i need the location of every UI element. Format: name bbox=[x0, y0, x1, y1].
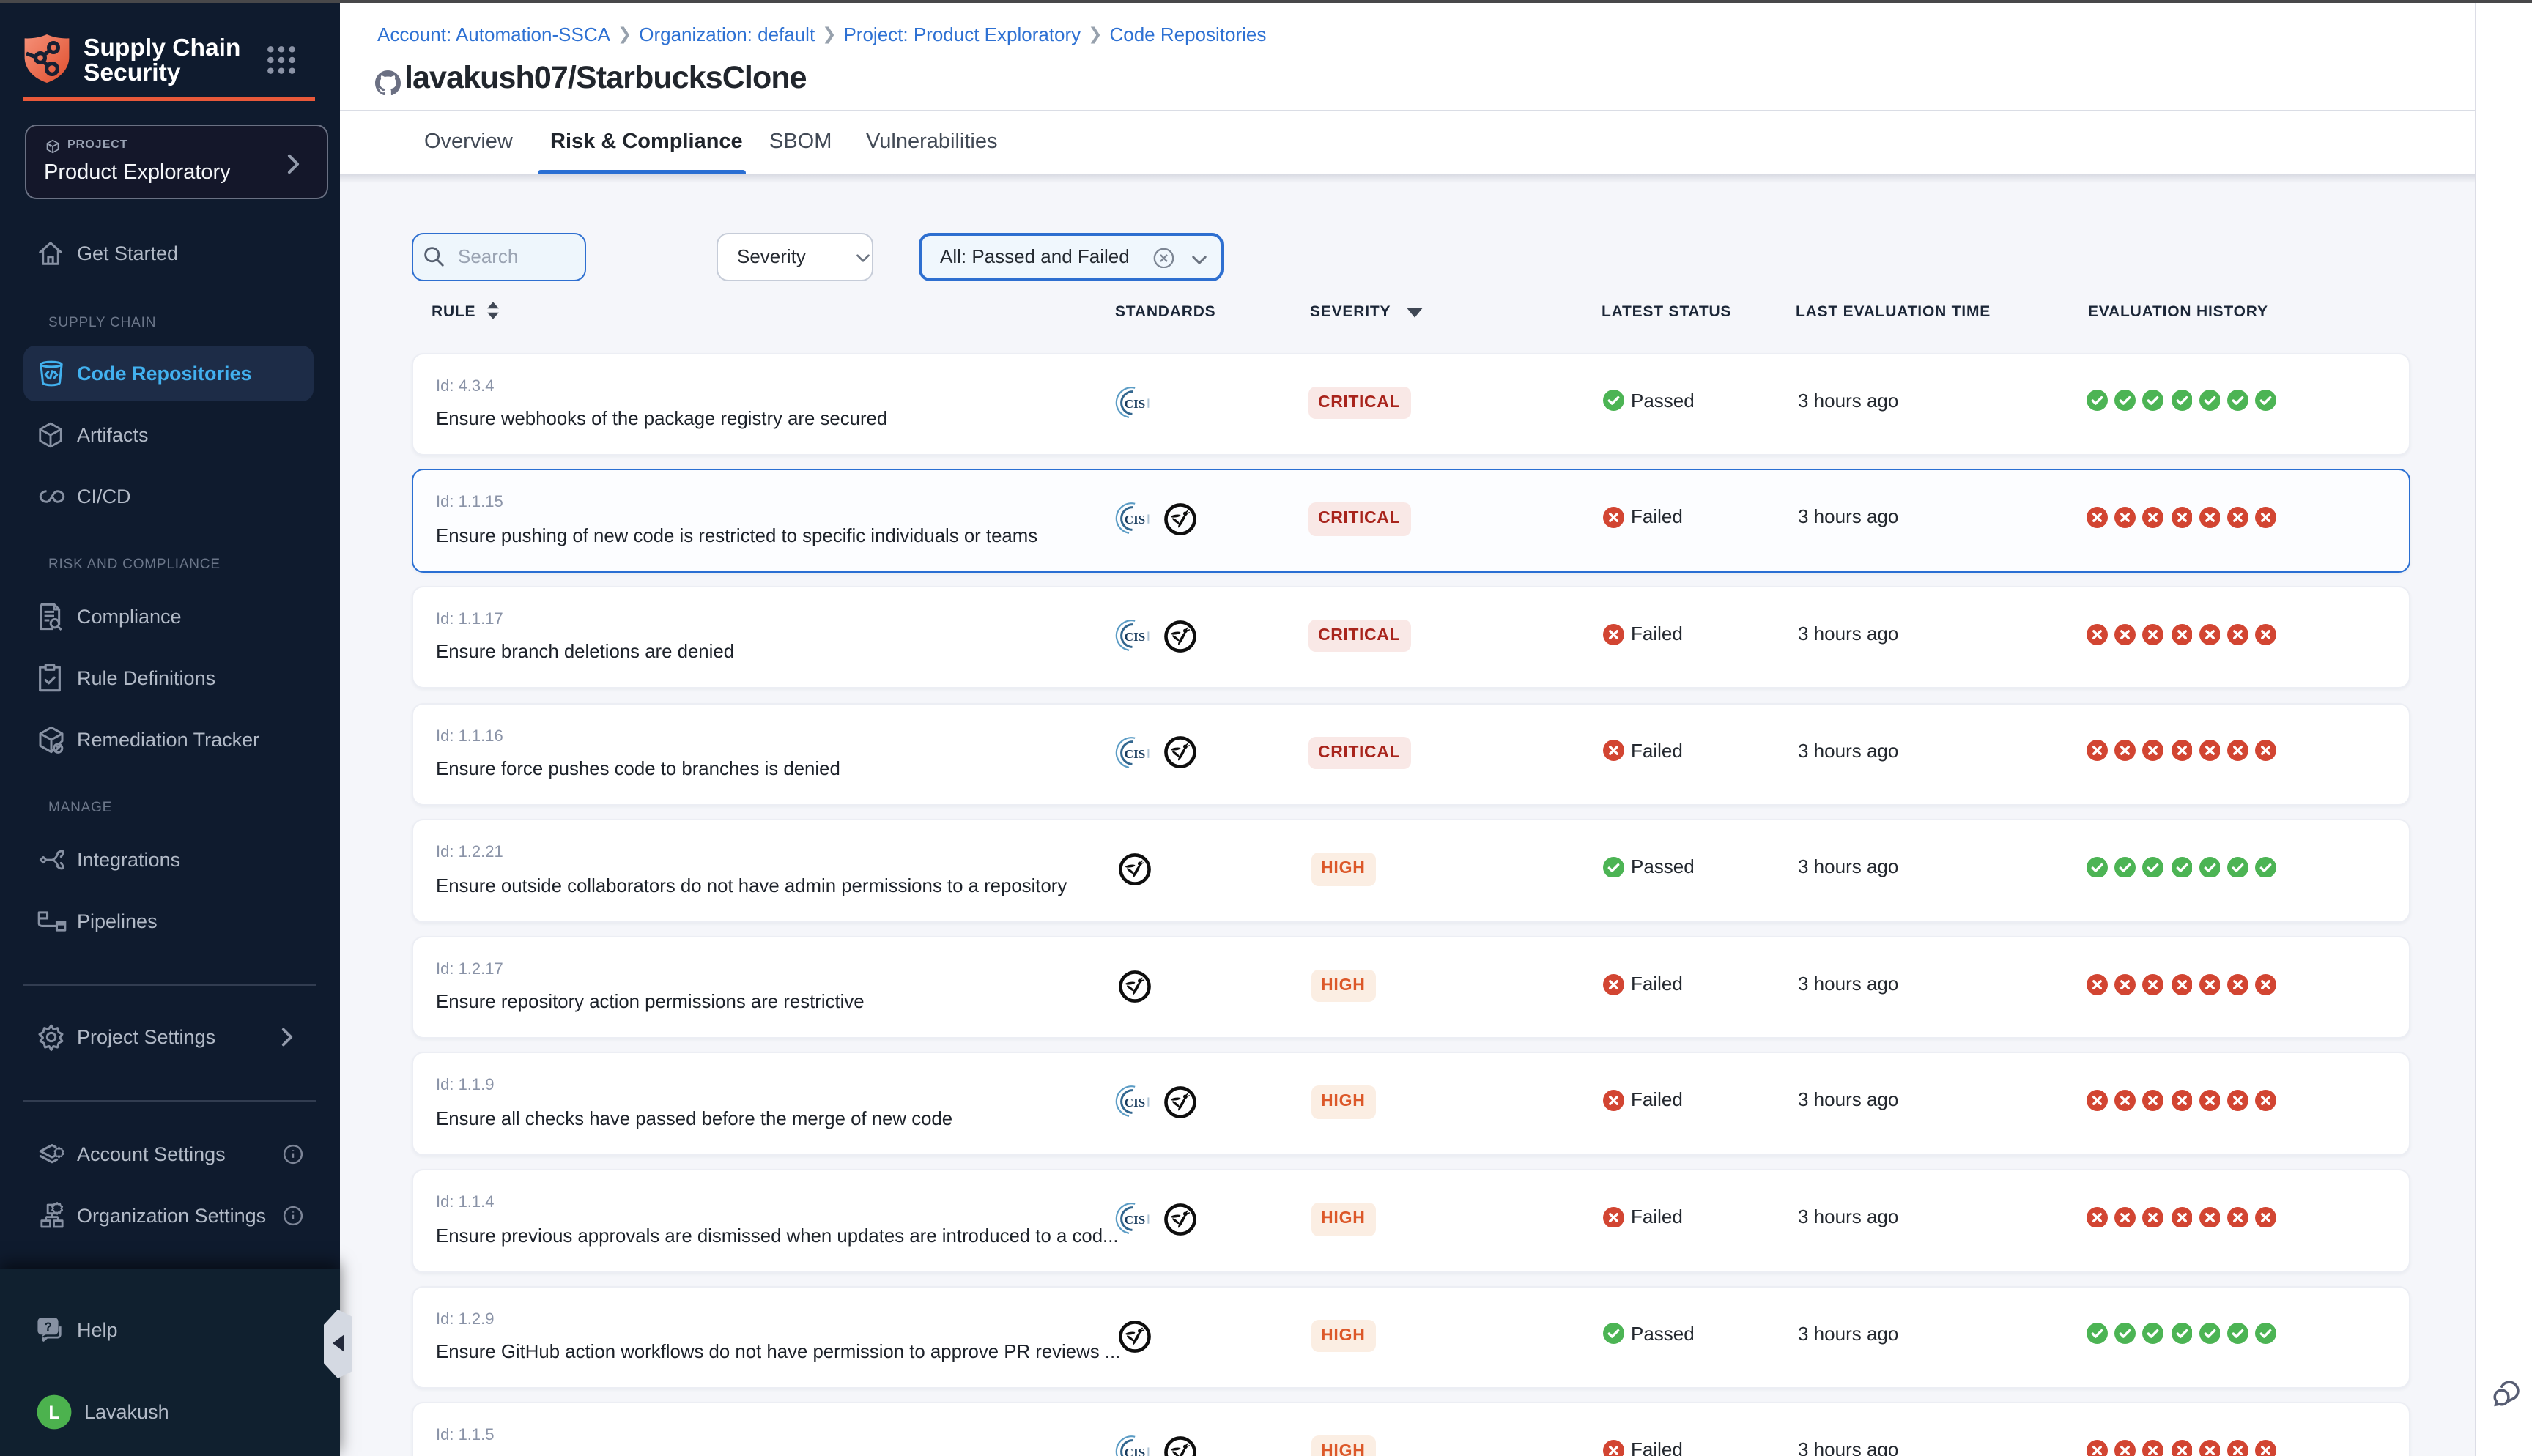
svg-text:L: L bbox=[48, 1402, 59, 1422]
svg-text:?: ? bbox=[45, 1319, 53, 1334]
